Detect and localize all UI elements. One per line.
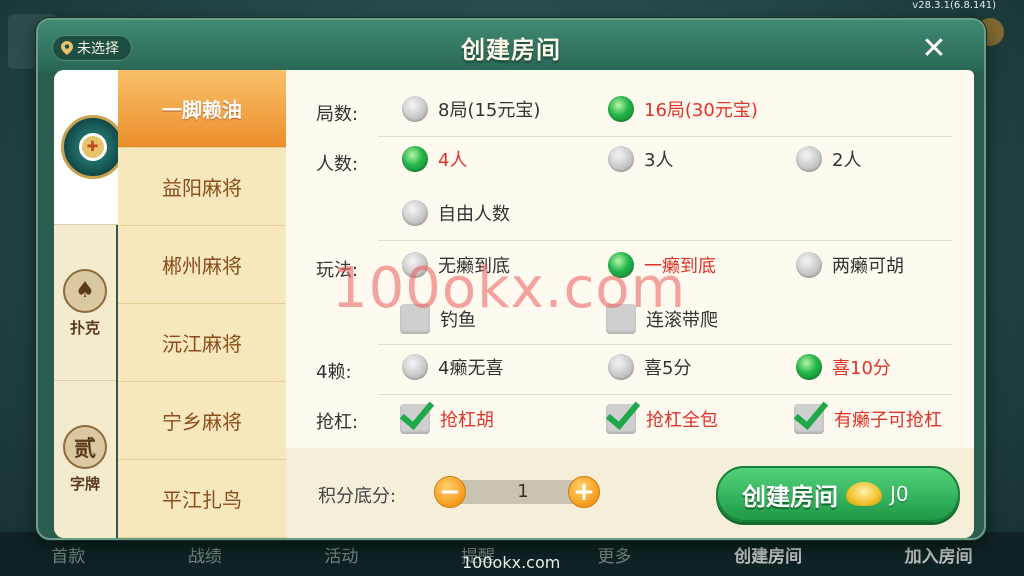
- category-zipai[interactable]: 贰 字牌: [54, 382, 116, 537]
- four-lai-option-10[interactable]: 喜10分: [796, 354, 891, 380]
- lobby-bottom-item: 首款: [51, 546, 86, 567]
- category-column: ✚ ♠ 扑克 贰 字牌: [54, 70, 134, 538]
- option-text: 钓鱼: [440, 310, 476, 331]
- mahjong-emblem-icon: ✚: [60, 115, 125, 179]
- rules-option-one[interactable]: 一癞到底: [608, 252, 716, 278]
- radio-selected-icon: [608, 96, 634, 122]
- divider: [378, 394, 952, 395]
- option-text: 16局(30元宝): [644, 100, 758, 121]
- option-text: 两癞可胡: [832, 256, 904, 277]
- option-text: 抢杠胡: [440, 410, 494, 431]
- option-text: 4人: [438, 150, 468, 171]
- checkbox-checked-icon: [400, 404, 430, 434]
- option-text: 4癞无喜: [438, 358, 504, 379]
- spade-icon: ♠: [63, 268, 107, 313]
- kong-check-quanbao[interactable]: 抢杠全包: [606, 404, 718, 434]
- game-item-pingjiang[interactable]: 平江扎鸟: [118, 460, 286, 538]
- option-text: 连滚带爬: [646, 310, 718, 331]
- watermark-bottom-text: 100okx.com: [462, 553, 561, 572]
- options-bottom-bar: 积分底分: 1 − + 创建房间 J0: [286, 448, 974, 538]
- checkbox-checked-icon: [606, 404, 636, 434]
- divider: [378, 136, 952, 137]
- rules-label: 玩法:: [316, 260, 359, 281]
- radio-icon: [402, 96, 428, 122]
- lobby-bottom-item: 更多: [597, 546, 632, 567]
- rules-option-two[interactable]: 两癞可胡: [796, 252, 904, 278]
- option-text: 有癞子可抢杠: [834, 410, 942, 431]
- options-panel: 局数: 8局(15元宝) 16局(30元宝) 人数: 4人 3人 2人 自由人数: [286, 70, 974, 538]
- close-button[interactable]: ✕: [920, 34, 948, 64]
- rounds-option-16[interactable]: 16局(30元宝): [608, 96, 758, 122]
- checkbox-icon: [400, 304, 430, 334]
- create-room-dialog: 创建房间 未选择 ✕ ✚ ♠ 扑克 贰 字牌 一脚赖油 益阳麻将 郴州麻将 沅江…: [36, 18, 986, 540]
- rounds-label: 局数:: [316, 104, 359, 125]
- players-option-4[interactable]: 4人: [402, 146, 467, 172]
- game-item-ningxiang[interactable]: 宁乡麻将: [118, 382, 286, 460]
- option-text: 3人: [644, 150, 674, 171]
- option-text: 一癞到底: [644, 256, 716, 277]
- radio-icon: [402, 252, 428, 278]
- lobby-create-room-button: 创建房间: [734, 546, 803, 567]
- players-label: 人数:: [316, 154, 359, 175]
- rules-check-fishing[interactable]: 钓鱼: [400, 304, 476, 334]
- radio-selected-icon: [402, 146, 428, 172]
- category-label: 字牌: [69, 475, 100, 493]
- checkbox-icon: [606, 304, 636, 334]
- four-lai-option-none[interactable]: 4癞无喜: [402, 354, 503, 380]
- lobby-bottom-item: 战绩: [187, 546, 222, 567]
- location-button[interactable]: 未选择: [52, 35, 132, 61]
- location-label: 未选择: [77, 41, 119, 57]
- option-text: 自由人数: [438, 204, 510, 225]
- dialog-title: 创建房间: [461, 36, 561, 64]
- location-pin-icon: [61, 41, 73, 55]
- radio-selected-icon: [608, 252, 634, 278]
- radio-icon: [608, 146, 634, 172]
- create-room-button[interactable]: 创建房间 J0: [716, 466, 960, 522]
- radio-icon: [402, 200, 428, 226]
- option-text: 抢杠全包: [646, 410, 718, 431]
- category-poker[interactable]: ♠ 扑克: [54, 226, 116, 381]
- kong-check-hu[interactable]: 抢杠胡: [400, 404, 494, 434]
- lobby-join-room-button: 加入房间: [904, 546, 973, 567]
- four-lai-option-5[interactable]: 喜5分: [608, 354, 691, 380]
- kong-check-laizi[interactable]: 有癞子可抢杠: [794, 404, 942, 434]
- lobby-bottom-item: 活动: [324, 546, 359, 567]
- score-plus-button[interactable]: +: [568, 476, 600, 508]
- create-room-cost: J0: [890, 482, 909, 506]
- radio-icon: [796, 146, 822, 172]
- players-option-2[interactable]: 2人: [796, 146, 861, 172]
- category-label: 扑克: [69, 318, 100, 337]
- divider: [378, 240, 952, 241]
- game-item-yijiaolaiyou[interactable]: 一脚赖油: [118, 70, 286, 148]
- option-text: 无癞到底: [438, 256, 510, 277]
- option-text: 喜10分: [832, 358, 891, 379]
- option-text: 2人: [832, 150, 862, 171]
- rules-check-liangun[interactable]: 连滚带爬: [606, 304, 718, 334]
- kong-label: 抢杠:: [316, 412, 359, 433]
- score-label: 积分底分:: [318, 486, 397, 507]
- version-label: v28.3.1(6.8.141): [912, 0, 996, 11]
- rounds-option-8[interactable]: 8局(15元宝): [402, 96, 540, 122]
- score-minus-button[interactable]: −: [434, 476, 466, 508]
- option-text: 8局(15元宝): [438, 100, 541, 121]
- gold-ingot-icon: [846, 482, 882, 506]
- rules-option-none[interactable]: 无癞到底: [402, 252, 510, 278]
- game-item-yuanjiang[interactable]: 沅江麻将: [118, 304, 286, 382]
- radio-icon: [608, 354, 634, 380]
- zipai-icon: 贰: [63, 425, 107, 469]
- divider: [378, 344, 952, 345]
- game-item-yiyang[interactable]: 益阳麻将: [118, 148, 286, 226]
- radio-icon: [402, 354, 428, 380]
- radio-icon: [796, 252, 822, 278]
- radio-selected-icon: [796, 354, 822, 380]
- create-room-label: 创建房间: [742, 482, 838, 511]
- game-item-chenzhou[interactable]: 郴州麻将: [118, 226, 286, 304]
- players-option-3[interactable]: 3人: [608, 146, 673, 172]
- checkbox-checked-icon: [794, 404, 824, 434]
- four-lai-label: 4赖:: [316, 362, 352, 383]
- players-option-free[interactable]: 自由人数: [402, 200, 510, 226]
- option-text: 喜5分: [644, 358, 692, 379]
- game-list: 一脚赖油 益阳麻将 郴州麻将 沅江麻将 宁乡麻将 平江扎鸟: [118, 70, 286, 538]
